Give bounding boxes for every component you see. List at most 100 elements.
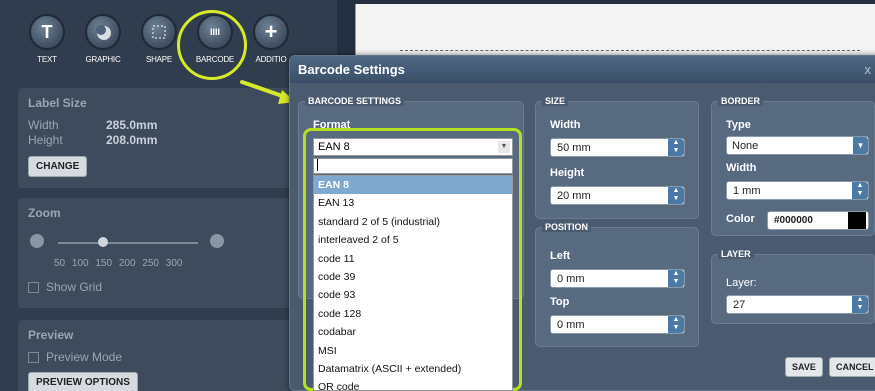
show-grid-checkbox[interactable]: Show Grid [28,280,102,294]
layer-value: 27 [733,299,746,311]
format-option[interactable]: EAN 13 [314,194,512,212]
graphic-tool-label: GRAPHIC [85,55,121,64]
format-option[interactable]: interleaved 2 of 5 [314,231,512,249]
format-select[interactable]: EAN 8 ▼ [313,138,513,156]
zoom-tick-labels: 50 100 150 200 250 300 [54,258,183,269]
format-option[interactable]: code 11 [314,250,512,268]
show-grid-label: Show Grid [46,280,103,294]
chevron-down-icon: ▼ [853,137,868,154]
preview-panel: Preview Preview Mode PREVIEW OPTIONS [18,320,318,391]
graphic-icon [85,14,121,50]
size-width-input[interactable]: 50 mm ▲ ▼ [550,138,685,157]
zoom-slider-thumb[interactable] [98,237,108,247]
dialog-title: Barcode Settings [298,62,405,77]
format-selected-value: EAN 8 [318,141,350,153]
border-fieldset: BORDER Type None ▼ Width 1 mm ▲ ▼ Color #00… [711,96,875,236]
zoom-panel: Zoom 50 100 150 200 250 300 Show Grid [18,198,318,308]
color-input[interactable]: #000000 [767,211,869,230]
layer-fieldset: LAYER Layer: 27 ▲ ▼ [711,249,875,324]
zoom-title: Zoom [28,206,61,220]
format-dropdown-list[interactable]: EAN 8 EAN 13 standard 2 of 5 (industrial… [313,175,513,391]
width-value: 285.0mm [106,118,158,132]
barcode-settings-legend: BARCODE SETTINGS [305,96,405,106]
dialog-header: Barcode Settings [290,56,875,83]
format-option[interactable]: Datamatrix (ASCII + extended) [314,360,512,378]
text-cursor [317,159,318,172]
zoom-in-icon[interactable] [210,234,224,248]
shape-tool-label: SHAPE [145,55,173,64]
label-designer-app: T TEXT GRAPHIC SHAPE IIII BARCODE + ADDI… [0,0,875,391]
text-tool[interactable]: T TEXT [22,14,72,64]
layer-label: Layer: [726,277,757,289]
left-value: 0 mm [557,273,585,285]
format-option[interactable]: QR code [314,378,512,390]
save-button[interactable]: SAVE [785,357,823,377]
format-option[interactable]: codabar [314,323,512,341]
graphic-tool[interactable]: GRAPHIC [78,14,128,64]
size-width-value: 50 mm [557,142,591,154]
preview-title: Preview [28,328,74,342]
close-icon[interactable]: x [865,62,872,77]
spinner-arrows-icon[interactable]: ▲ ▼ [668,187,684,204]
color-swatch[interactable] [848,212,866,229]
border-type-value: None [732,140,759,152]
zoom-track-line [58,242,198,244]
spinner-arrows-icon[interactable]: ▲ ▼ [852,296,868,313]
size-height-label: Height [550,167,585,179]
size-legend: SIZE [542,96,569,106]
spinner-arrows-icon[interactable]: ▲ ▼ [668,270,684,287]
top-value: 0 mm [557,319,585,331]
format-option[interactable]: code 39 [314,268,512,286]
layer-input[interactable]: 27 ▲ ▼ [726,295,869,314]
spinner-arrows-icon[interactable]: ▲ ▼ [668,316,684,333]
shape-icon [141,14,177,50]
border-legend: BORDER [718,96,764,106]
checkbox-icon [28,281,39,293]
preview-mode-checkbox[interactable]: Preview Mode [18,350,318,364]
zoom-out-icon[interactable] [30,234,44,248]
chevron-down-icon: ▼ [498,141,510,153]
height-value: 208.0mm [106,133,158,147]
format-option[interactable]: MSI [314,342,512,360]
preview-mode-label: Preview Mode [46,350,123,364]
zoom-slider[interactable] [30,234,224,248]
border-width-value: 1 mm [733,185,761,197]
left-sidebar: T TEXT GRAPHIC SHAPE IIII BARCODE + ADDI… [0,0,337,391]
tool-toolbar: T TEXT GRAPHIC SHAPE IIII BARCODE + ADDI… [22,14,322,76]
barcode-highlight-ring [177,10,247,80]
width-label: Width [28,118,59,132]
text-tool-label: TEXT [37,55,57,64]
position-legend: POSITION [542,222,592,232]
top-input[interactable]: 0 mm ▲ ▼ [550,315,685,334]
left-label: Left [550,250,571,262]
plus-icon: + [253,14,289,50]
format-option[interactable]: EAN 8 [314,176,512,195]
border-width-label: Width [726,162,757,174]
preview-options-button[interactable]: PREVIEW OPTIONS [28,372,138,391]
height-label: Height [28,133,63,147]
border-width-input[interactable]: 1 mm ▲ ▼ [726,181,869,200]
color-label: Color [726,213,755,225]
spinner-arrows-icon[interactable]: ▲ ▼ [668,139,684,156]
position-fieldset: POSITION Left 0 mm ▲ ▼ Top 0 mm ▲ ▼ [535,222,699,347]
spinner-arrows-icon[interactable]: ▲ ▼ [852,182,868,199]
additional-tool[interactable]: + ADDITIO [246,14,296,64]
layer-legend: LAYER [718,249,754,259]
size-width-label: Width [550,119,581,131]
top-label: Top [550,296,570,308]
color-value: #000000 [774,215,813,226]
cancel-button[interactable]: CANCEL [829,357,875,377]
size-height-value: 20 mm [557,190,591,202]
guide-line [400,50,860,51]
format-option[interactable]: standard 2 of 5 (industrial) [314,213,512,231]
format-option[interactable]: code 128 [314,305,512,323]
format-search-input[interactable] [313,158,513,174]
size-fieldset: SIZE Width 50 mm ▲ ▼ Height 20 mm ▲ ▼ [535,96,699,219]
size-height-input[interactable]: 20 mm ▲ ▼ [550,186,685,205]
checkbox-icon [28,351,39,363]
border-type-select[interactable]: None ▼ [726,136,869,155]
format-option[interactable]: code 93 [314,286,512,304]
text-icon: T [29,14,65,50]
change-size-button[interactable]: CHANGE [28,156,88,177]
left-input[interactable]: 0 mm ▲ ▼ [550,269,685,288]
